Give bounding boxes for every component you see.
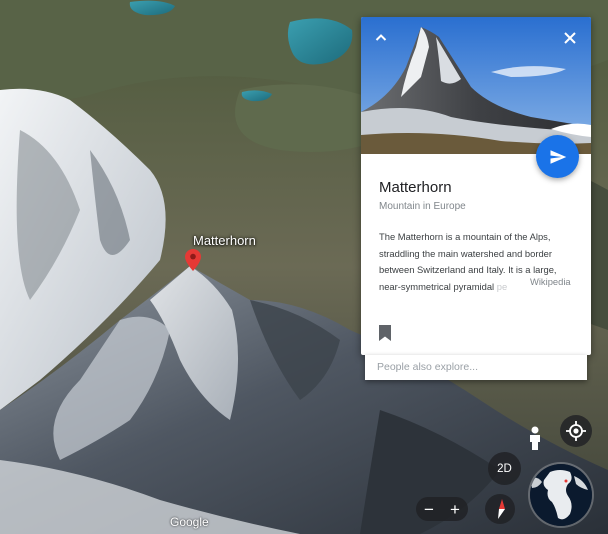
- share-button[interactable]: [536, 135, 579, 178]
- zoom-in-button[interactable]: +: [442, 497, 468, 521]
- chevron-up-icon: [375, 34, 387, 41]
- place-subtitle: Mountain in Europe: [379, 201, 466, 212]
- collapse-button[interactable]: [370, 27, 392, 49]
- people-also-explore-bar[interactable]: People also explore...: [365, 355, 587, 380]
- globe-view-button[interactable]: [530, 464, 592, 526]
- location-pin-icon[interactable]: [185, 249, 201, 271]
- explore-placeholder: People also explore...: [377, 361, 478, 373]
- google-attribution: Google: [170, 515, 209, 529]
- zoom-control: − +: [416, 497, 468, 521]
- mode-2d-button[interactable]: 2D: [488, 452, 521, 485]
- compass-button[interactable]: [485, 494, 515, 524]
- my-location-button[interactable]: [560, 415, 592, 447]
- street-view-button[interactable]: [524, 425, 546, 451]
- matterhorn-photo: [361, 17, 591, 154]
- earth-view[interactable]: Matterhorn Matterhorn Mountain in Europe…: [0, 0, 608, 534]
- close-button[interactable]: [559, 27, 581, 49]
- send-icon: [550, 149, 566, 164]
- source-link[interactable]: Wikipedia: [530, 276, 571, 287]
- globe-icon: [530, 464, 592, 526]
- my-location-icon: [566, 421, 586, 441]
- place-label[interactable]: Matterhorn: [193, 233, 256, 248]
- compass-icon: [498, 499, 505, 519]
- description-fade: pe: [494, 280, 508, 292]
- person-icon: [530, 426, 540, 450]
- place-title: Matterhorn: [379, 179, 452, 196]
- zoom-out-button[interactable]: −: [416, 497, 442, 521]
- close-icon: [564, 32, 576, 44]
- place-photo[interactable]: [361, 17, 591, 154]
- place-info-card: Matterhorn Mountain in Europe The Matter…: [361, 17, 591, 355]
- bookmark-icon[interactable]: [378, 325, 392, 341]
